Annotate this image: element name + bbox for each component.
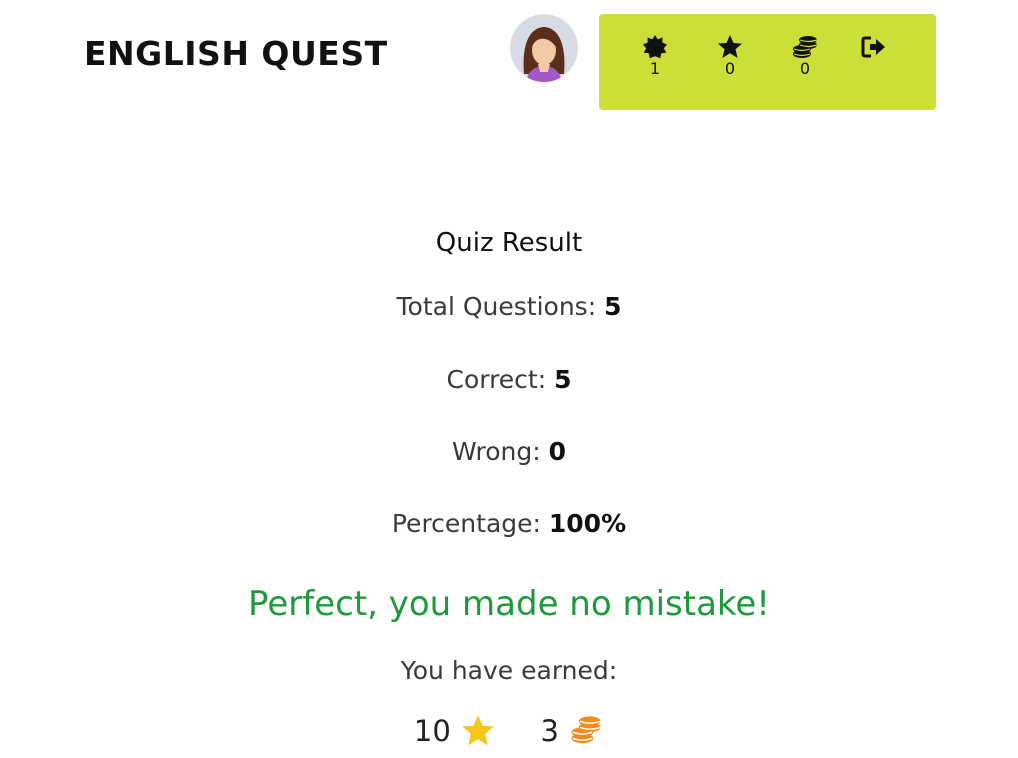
badges-count: 1 bbox=[649, 59, 661, 78]
app-logo[interactable]: ENGLISH QUEST bbox=[84, 34, 388, 73]
total-questions-value: 5 bbox=[604, 292, 622, 321]
percentage-label: Percentage: bbox=[391, 509, 549, 538]
wrong-row: Wrong: 0 bbox=[0, 437, 1018, 466]
quiz-result-title: Quiz Result bbox=[435, 228, 583, 258]
wrong-label: Wrong: bbox=[451, 437, 549, 466]
badge-icon bbox=[643, 35, 667, 59]
result-message: Perfect, you made no mistake! bbox=[248, 584, 770, 624]
total-questions-label: Total Questions: bbox=[396, 292, 605, 321]
stars-count: 0 bbox=[724, 59, 736, 78]
correct-value: 5 bbox=[554, 365, 572, 394]
logout-button[interactable] bbox=[854, 34, 894, 62]
user-avatar[interactable] bbox=[510, 14, 578, 82]
earned-stars-value: 10 bbox=[413, 714, 451, 748]
status-bar: 1 0 0 bbox=[599, 14, 936, 110]
coins-counter[interactable]: 0 bbox=[785, 34, 825, 78]
percentage-row: Percentage: 100% bbox=[0, 509, 1018, 538]
logout-icon bbox=[861, 36, 885, 58]
badges-counter[interactable]: 1 bbox=[635, 34, 675, 78]
app-root: ENGLISH QUEST 1 0 0 Quiz Result Total Qu… bbox=[0, 0, 1018, 758]
stars-counter[interactable]: 0 bbox=[710, 34, 750, 78]
percentage-value: 100% bbox=[548, 509, 627, 538]
star-icon bbox=[462, 715, 494, 746]
coins-count: 0 bbox=[799, 59, 811, 78]
coins-icon bbox=[571, 716, 601, 744]
earned-coins-value: 3 bbox=[540, 714, 559, 748]
star-icon bbox=[718, 35, 742, 58]
correct-label: Correct: bbox=[446, 365, 555, 394]
earned-rewards: 10 3 bbox=[0, 712, 1018, 748]
earned-label: You have earned: bbox=[400, 656, 618, 685]
wrong-value: 0 bbox=[548, 437, 567, 466]
woman-avatar-icon bbox=[510, 14, 578, 82]
total-questions-row: Total Questions: 5 bbox=[0, 292, 1018, 321]
correct-row: Correct: 5 bbox=[0, 365, 1018, 394]
coins-icon bbox=[793, 36, 818, 58]
